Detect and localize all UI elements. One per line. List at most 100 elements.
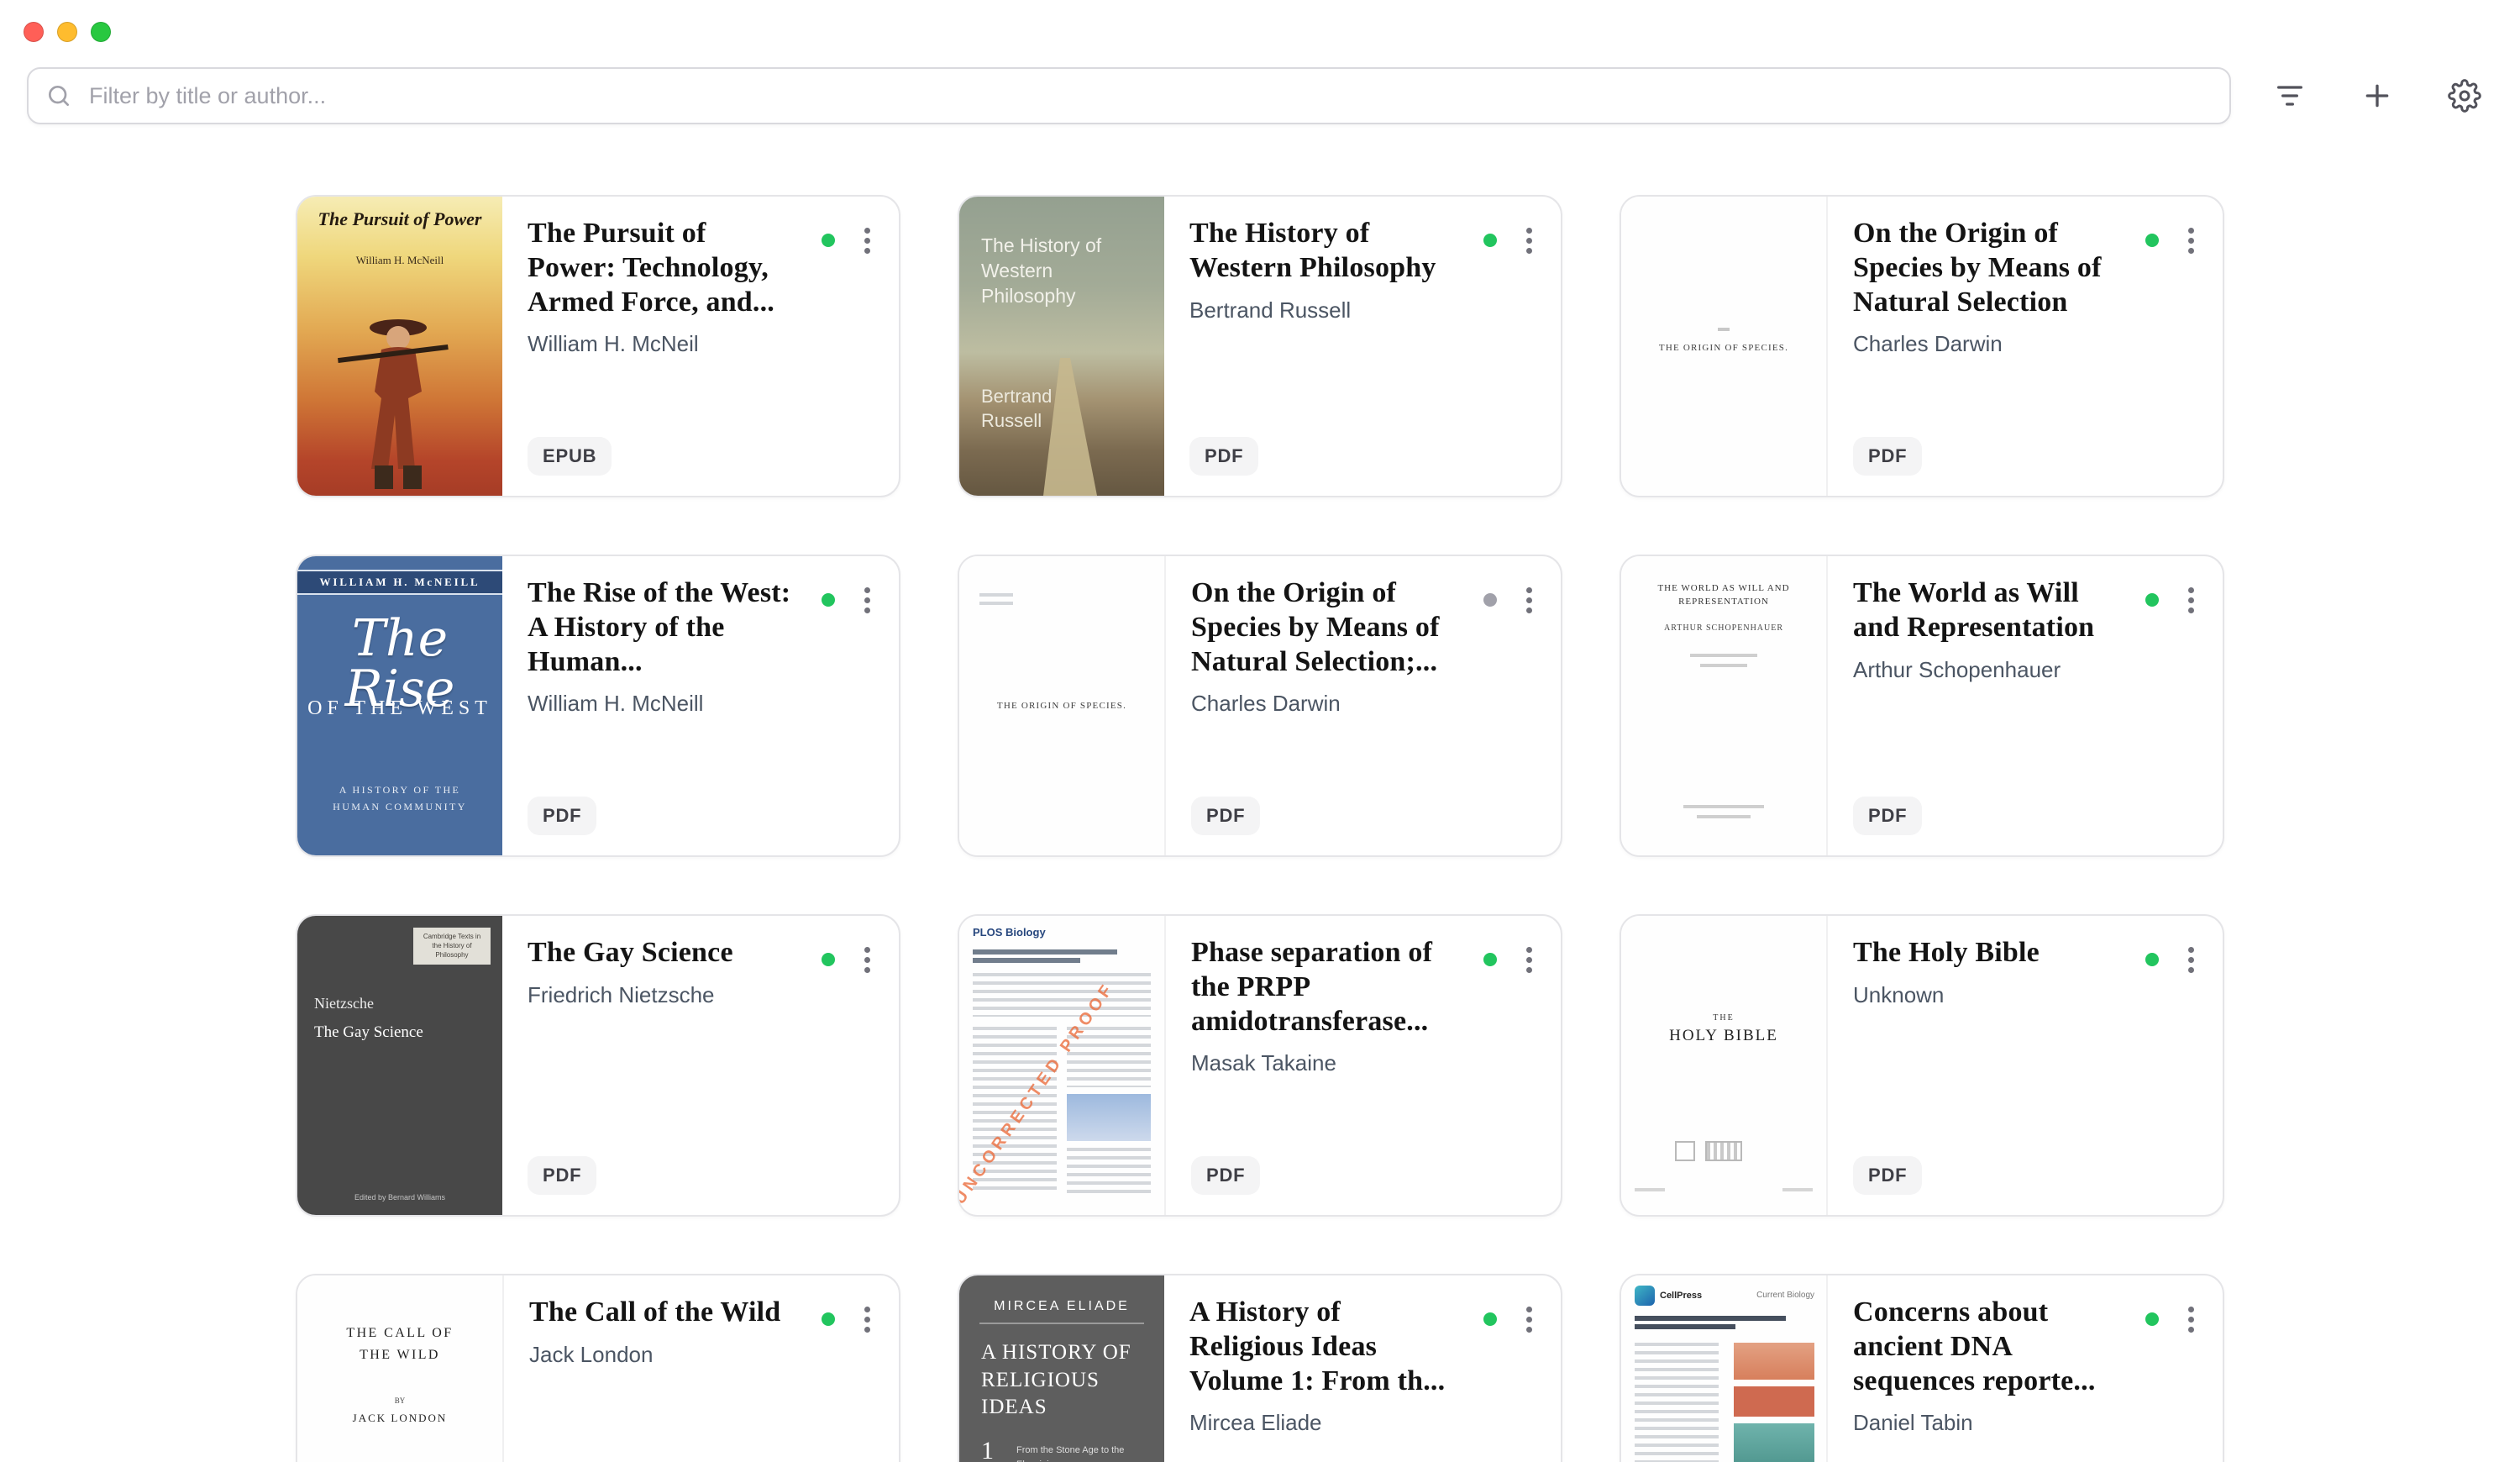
text-bar	[1700, 664, 1747, 667]
cover-title: The History of Western Philosophy	[981, 234, 1112, 309]
book-cover: The Pursuit of Power William H. McNeill	[297, 197, 502, 496]
sync-status-dot	[2145, 953, 2159, 966]
book-card[interactable]: The Pursuit of Power William H. McNeill …	[296, 195, 900, 497]
book-meta	[1483, 581, 1544, 618]
cover-title-caps: OF THE WEST	[297, 697, 502, 720]
search-input[interactable]	[27, 67, 2231, 124]
book-menu-button[interactable]	[1514, 1301, 1544, 1338]
book-grid[interactable]: The Pursuit of Power William H. McNeill …	[296, 195, 2224, 1462]
text-bar	[1635, 1324, 1735, 1329]
book-author: Charles Darwin	[1191, 691, 1537, 717]
format-badge: PDF	[1191, 797, 1260, 835]
cover-subtitle: A HISTORY OF THE HUMAN COMMUNITY	[314, 781, 486, 816]
book-cover: THE HOLY BIBLE	[1621, 916, 1828, 1215]
book-menu-button[interactable]	[2176, 581, 2206, 618]
format-badge: EPUB	[528, 437, 612, 476]
book-meta	[822, 222, 882, 259]
book-menu-button[interactable]	[1514, 222, 1544, 259]
book-menu-button[interactable]	[852, 1301, 882, 1338]
figure-placeholder	[1067, 1094, 1151, 1141]
book-meta	[2145, 581, 2206, 618]
book-card[interactable]: THE HOLY BIBLE The Holy Bible Unknown PD…	[1620, 914, 2224, 1217]
cover-title: A HISTORY OF RELIGIOUS IDEAS	[981, 1339, 1151, 1422]
book-card[interactable]: PLOS Biology UNCORRECTED PROOF Phase sep…	[958, 914, 1562, 1217]
cover-title: THE CALL OF	[297, 1326, 502, 1341]
book-cover: THE CALL OF THE WILD BY JACK LONDON	[297, 1275, 504, 1462]
filter-button[interactable]	[2261, 67, 2318, 124]
text-bar	[979, 593, 1013, 605]
book-cover: PLOS Biology UNCORRECTED PROOF	[959, 916, 1166, 1215]
book-card[interactable]: THE CALL OF THE WILD BY JACK LONDON The …	[296, 1274, 900, 1462]
book-menu-button[interactable]	[852, 222, 882, 259]
cover-subtitle: From the Stone Age to the Eleusinian	[1016, 1444, 1154, 1462]
book-card[interactable]: MIRCEA ELIADE A HISTORY OF RELIGIOUS IDE…	[958, 1274, 1562, 1462]
maximize-button[interactable]	[91, 22, 111, 42]
book-menu-button[interactable]	[852, 941, 882, 978]
cover-author: MIRCEA ELIADE	[959, 1299, 1164, 1314]
close-button[interactable]	[24, 22, 44, 42]
cover-title: REPRESENTATION	[1621, 597, 1826, 607]
sync-status-dot	[2145, 593, 2159, 607]
text-bar	[1782, 1188, 1813, 1191]
text-bar	[1635, 1188, 1665, 1191]
book-card[interactable]: THE WORLD AS WILL AND REPRESENTATION ART…	[1620, 555, 2224, 857]
figure-placeholder	[1734, 1386, 1814, 1417]
search-box	[27, 67, 2231, 124]
minimize-button[interactable]	[57, 22, 77, 42]
journal-name: Current Biology	[1756, 1291, 1814, 1300]
book-menu-button[interactable]	[1514, 581, 1544, 618]
text-bar	[1697, 815, 1751, 818]
publisher-logo	[1705, 1141, 1742, 1161]
sync-status-dot	[822, 234, 835, 247]
filter-lines-icon	[2273, 79, 2307, 113]
sync-status-dot	[822, 593, 835, 607]
book-card[interactable]: WILLIAM H. McNEILL The Rise OF THE WEST …	[296, 555, 900, 857]
book-card[interactable]: CellPress Current Biology Concerns about…	[1620, 1274, 2224, 1462]
book-meta	[822, 581, 882, 618]
book-card[interactable]: Cambridge Texts in the History of Philos…	[296, 914, 900, 1217]
musketeer-illustration	[297, 301, 502, 496]
settings-button[interactable]	[2436, 67, 2493, 124]
cover-title: THE WILD	[297, 1348, 502, 1363]
window-controls	[24, 22, 111, 42]
book-menu-button[interactable]	[852, 581, 882, 618]
cover-title: THE ORIGIN OF SPECIES.	[959, 701, 1164, 711]
text-bar	[1635, 1343, 1719, 1462]
sync-status-dot	[1483, 953, 1497, 966]
search-icon	[45, 82, 72, 109]
sync-status-dot	[822, 1312, 835, 1326]
format-badge: PDF	[1853, 1156, 1922, 1195]
book-author: Bertrand Russell	[1189, 297, 1537, 323]
publisher-name: CellPress	[1660, 1291, 1702, 1301]
book-author: Mircea Eliade	[1189, 1410, 1537, 1436]
book-menu-button[interactable]	[2176, 222, 2206, 259]
book-card[interactable]: THE ORIGIN OF SPECIES. On the Origin of …	[1620, 195, 2224, 497]
add-book-button[interactable]	[2349, 67, 2406, 124]
sync-status-dot	[1483, 234, 1497, 247]
book-meta	[822, 941, 882, 978]
cover-title: THE	[1621, 1013, 1826, 1023]
book-meta	[1483, 1301, 1544, 1338]
text-bar	[1067, 1148, 1151, 1195]
book-meta	[1483, 941, 1544, 978]
book-cover: Cambridge Texts in the History of Philos…	[297, 916, 502, 1215]
book-menu-button[interactable]	[2176, 1301, 2206, 1338]
journal-logo: PLOS Biology	[973, 926, 1046, 939]
book-cover: THE WORLD AS WILL AND REPRESENTATION ART…	[1621, 556, 1828, 855]
sync-status-dot	[2145, 234, 2159, 247]
book-menu-button[interactable]	[2176, 941, 2206, 978]
sync-status-dot	[1483, 593, 1497, 607]
book-cover: WILLIAM H. McNEILL The Rise OF THE WEST …	[297, 556, 502, 855]
cover-author: Nietzsche	[314, 995, 374, 1012]
book-meta	[1483, 222, 1544, 259]
cover-editor: Edited by Bernard Williams	[297, 1193, 502, 1202]
book-card[interactable]: The History of Western Philosophy Bertra…	[958, 195, 1562, 497]
cover-title: THE WORLD AS WILL AND	[1621, 583, 1826, 593]
book-menu-button[interactable]	[1514, 941, 1544, 978]
book-card[interactable]: THE ORIGIN OF SPECIES. On the Origin of …	[958, 555, 1562, 857]
book-cover: THE ORIGIN OF SPECIES.	[1621, 197, 1828, 496]
book-cover: The History of Western Philosophy Bertra…	[959, 197, 1164, 496]
format-badge: PDF	[1189, 437, 1258, 476]
book-author: Unknown	[1853, 982, 2199, 1008]
publisher-logo	[1675, 1141, 1695, 1161]
